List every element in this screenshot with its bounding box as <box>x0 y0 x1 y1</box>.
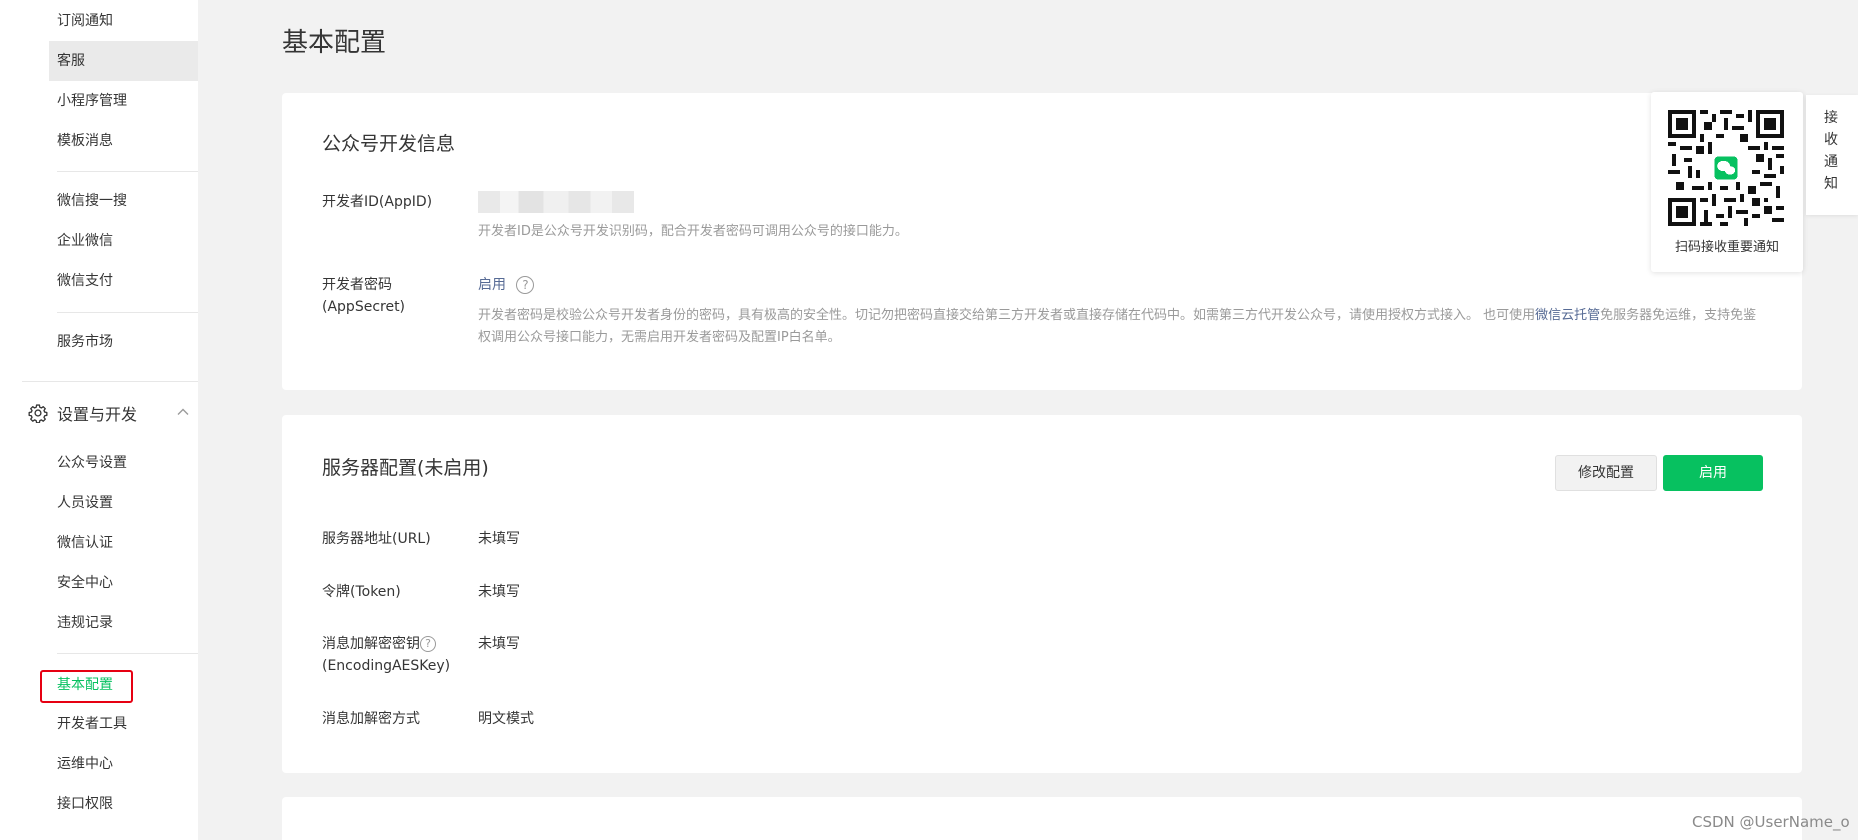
sidebar-item-template-message[interactable]: 模板消息 <box>49 121 198 161</box>
sidebar-item-member-settings[interactable]: 人员设置 <box>49 483 198 523</box>
server-url-value: 未填写 <box>478 531 520 547</box>
sidebar-divider <box>57 653 198 654</box>
sidebar-group-label: 设置与开发 <box>57 405 138 424</box>
qr-code-image <box>1668 110 1784 226</box>
token-label: 令牌(Token) <box>322 584 401 600</box>
qr-caption: 扫码接收重要通知 <box>1674 240 1779 255</box>
receive-notice-char: 通 <box>1824 154 1838 170</box>
chevron-up-icon[interactable] <box>176 405 190 419</box>
next-section-card <box>282 797 1802 840</box>
sidebar-item-security-center[interactable]: 安全中心 <box>49 563 198 603</box>
aeskey-label: 消息加解密密钥? (EncodingAESKey) <box>322 633 457 677</box>
appid-label: 开发者ID(AppID) <box>322 194 433 210</box>
sidebar-group-settings-dev[interactable]: 设置与开发 <box>28 397 198 429</box>
qr-notice-panel: 扫码接收重要通知 <box>1651 92 1803 272</box>
modify-config-button[interactable]: 修改配置 <box>1555 455 1657 491</box>
help-icon[interactable]: ? <box>420 636 436 652</box>
sidebar-item-wechat-search[interactable]: 微信搜一搜 <box>49 181 198 221</box>
appsecret-description: 开发者密码是校验公众号开发者身份的密码，具有极高的安全性。切记勿把密码直接交给第… <box>478 305 1768 349</box>
sidebar-divider <box>57 171 198 172</box>
encrypt-mode-label: 消息加解密方式 <box>322 711 420 727</box>
token-value: 未填写 <box>478 584 520 600</box>
receive-notice-char: 接 <box>1824 110 1838 126</box>
sidebar-item-account-settings[interactable]: 公众号设置 <box>49 443 198 483</box>
receive-notice-tab[interactable]: 接 收 通 知 <box>1806 95 1858 215</box>
server-config-card: 服务器配置(未启用) 修改配置 启用 服务器地址(URL) 未填写 令牌(Tok… <box>282 415 1802 773</box>
sidebar-item-miniprogram-manage[interactable]: 小程序管理 <box>49 81 198 121</box>
appsecret-desc-text: 开发者密码是校验公众号开发者身份的密码，具有极高的安全性。切记勿把密码直接交给第… <box>478 308 1536 323</box>
server-url-label: 服务器地址(URL) <box>322 531 431 547</box>
wechat-cloud-hosting-link[interactable]: 微信云托管 <box>1535 308 1600 323</box>
encrypt-mode-value: 明文模式 <box>478 711 534 727</box>
dev-info-card: 公众号开发信息 开发者ID(AppID) 开发者ID是公众号开发识别码，配合开发… <box>282 93 1802 390</box>
highlight-box <box>40 670 133 703</box>
sidebar-item-wechat-verify[interactable]: 微信认证 <box>49 523 198 563</box>
sidebar-item-ops-center[interactable]: 运维中心 <box>49 744 198 784</box>
sidebar-item-work-wechat[interactable]: 企业微信 <box>49 221 198 261</box>
sidebar-item-violation-records[interactable]: 违规记录 <box>49 603 198 643</box>
receive-notice-char: 知 <box>1824 176 1838 192</box>
server-config-title: 服务器配置(未启用) <box>322 457 489 479</box>
receive-notice-char: 收 <box>1824 132 1838 148</box>
enable-button[interactable]: 启用 <box>1663 455 1763 491</box>
sidebar: 订阅通知 客服 小程序管理 模板消息 微信搜一搜 企业微信 微信支付 服务市场 … <box>0 0 198 840</box>
aeskey-value: 未填写 <box>478 636 520 652</box>
appsecret-label: 开发者密码(AppSecret) <box>322 277 406 315</box>
help-icon[interactable]: ? <box>516 276 535 294</box>
watermark: CSDN @UserName_o <box>1692 813 1850 831</box>
sidebar-item-service-market[interactable]: 服务市场 <box>49 322 198 362</box>
sidebar-item-api-permissions[interactable]: 接口权限 <box>49 784 198 824</box>
appid-description: 开发者ID是公众号开发识别码，配合开发者密码可调用公众号的接口能力。 <box>478 224 908 239</box>
appid-value-masked <box>478 191 634 213</box>
sidebar-divider <box>57 312 198 313</box>
aeskey-label-text-2: (EncodingAESKey) <box>322 658 451 674</box>
sidebar-divider <box>22 381 198 382</box>
page-title: 基本配置 <box>282 28 387 58</box>
sidebar-item-customer-service[interactable]: 客服 <box>49 41 198 81</box>
dev-info-title: 公众号开发信息 <box>322 133 456 155</box>
appsecret-actions: 启用 ? <box>478 274 535 296</box>
aeskey-label-text: 消息加解密密钥 <box>322 636 420 652</box>
appsecret-enable-link[interactable]: 启用 <box>478 277 506 293</box>
sidebar-item-subscribe-notice[interactable]: 订阅通知 <box>49 1 198 41</box>
gear-icon <box>28 404 48 423</box>
sidebar-item-developer-tools[interactable]: 开发者工具 <box>49 704 198 744</box>
sidebar-item-wechat-pay[interactable]: 微信支付 <box>49 261 198 301</box>
